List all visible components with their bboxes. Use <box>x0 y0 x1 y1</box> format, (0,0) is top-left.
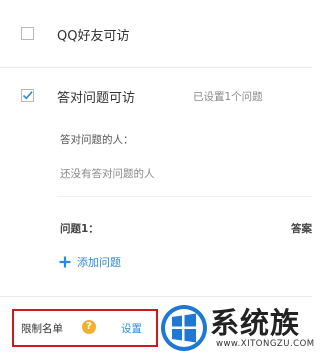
question-1-label: 问题1： <box>60 223 99 235</box>
plus-icon <box>59 256 71 268</box>
qq-friends-checkbox[interactable] <box>21 27 34 40</box>
watermark-logo: 系统族 www.XITONGZU.COM <box>160 297 315 359</box>
windows-logo-icon <box>161 305 207 351</box>
checkmark-icon <box>22 91 33 100</box>
add-question-label: 添加问题 <box>77 256 121 269</box>
question-status: 已设置1个问题 <box>193 91 263 103</box>
add-question-button[interactable]: 添加问题 <box>59 253 121 271</box>
qq-friends-label: QQ好友可访 <box>57 29 130 44</box>
answer-question-checkbox[interactable] <box>21 89 34 102</box>
answered-people-title: 答对问题的人： <box>60 134 134 146</box>
watermark-brand: 系统族 <box>210 306 301 340</box>
answer-question-label: 答对问题可访 <box>57 91 136 106</box>
divider-mid <box>57 196 312 197</box>
watermark-url: www.XITONGZU.COM <box>216 339 315 349</box>
answered-people-empty: 还没有答对问题的人 <box>60 168 155 180</box>
divider-top <box>0 67 312 68</box>
highlight-box <box>12 309 158 347</box>
answer-label: 答案 <box>291 223 312 235</box>
